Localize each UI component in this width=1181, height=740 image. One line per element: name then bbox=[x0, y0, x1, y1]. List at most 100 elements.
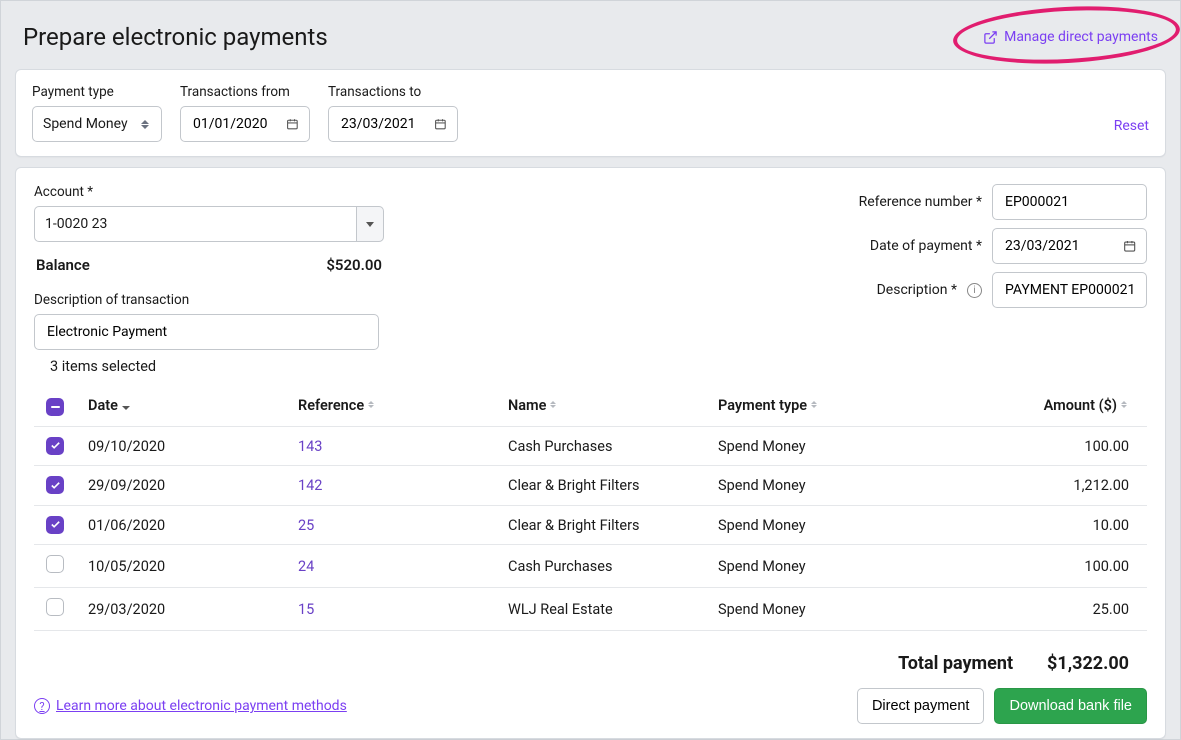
calendar-icon bbox=[286, 116, 299, 132]
row-checkbox[interactable] bbox=[46, 555, 64, 573]
date-of-payment-label: Date of payment * bbox=[870, 238, 982, 254]
account-select-button[interactable] bbox=[356, 206, 384, 242]
payment-type-value: Spend Money bbox=[43, 116, 128, 132]
transactions-from-value[interactable] bbox=[191, 115, 278, 133]
row-reference-link[interactable]: 25 bbox=[298, 517, 314, 534]
page-title: Prepare electronic payments bbox=[23, 23, 328, 51]
transactions-from-field: Transactions from bbox=[180, 84, 310, 142]
description-value[interactable] bbox=[1003, 281, 1136, 299]
row-payment-type: Spend Money bbox=[706, 505, 926, 545]
row-amount: 100.00 bbox=[926, 426, 1147, 466]
calendar-icon bbox=[1123, 238, 1136, 254]
transactions-table: Date Reference Name Payment type Amount … bbox=[34, 385, 1147, 631]
transactions-to-label: Transactions to bbox=[328, 84, 458, 100]
direct-payment-button[interactable]: Direct payment bbox=[857, 688, 985, 724]
transaction-desc-value[interactable] bbox=[45, 323, 368, 341]
row-amount: 100.00 bbox=[926, 545, 1147, 588]
account-label: Account * bbox=[34, 184, 384, 200]
select-all-checkbox[interactable] bbox=[46, 398, 64, 416]
row-payment-type: Spend Money bbox=[706, 426, 926, 466]
sort-desc-icon bbox=[122, 406, 130, 410]
account-block: Account * 1-0020 23 Balance $520.00 Desc… bbox=[34, 184, 384, 350]
info-icon[interactable]: i bbox=[967, 283, 982, 298]
app-frame: Prepare electronic payments Manage direc… bbox=[0, 0, 1181, 740]
download-bank-file-button[interactable]: Download bank file bbox=[994, 688, 1147, 724]
footer-bar: ? Learn more about electronic payment me… bbox=[34, 688, 1147, 724]
external-link-icon bbox=[983, 30, 998, 45]
sort-icon bbox=[811, 401, 819, 412]
row-reference-link[interactable]: 142 bbox=[298, 477, 322, 494]
row-reference-link[interactable]: 15 bbox=[298, 601, 314, 618]
account-value: 1-0020 23 bbox=[45, 216, 107, 232]
total-label: Total payment bbox=[898, 653, 1013, 674]
manage-direct-payments-link[interactable]: Manage direct payments bbox=[983, 29, 1158, 45]
row-date: 29/09/2020 bbox=[76, 466, 286, 506]
table-row: 01/06/2020 25 Clear & Bright Filters Spe… bbox=[34, 505, 1147, 545]
row-payment-type: Spend Money bbox=[706, 588, 926, 631]
manage-link-label: Manage direct payments bbox=[1004, 29, 1158, 45]
table-row: 29/09/2020 142 Clear & Bright Filters Sp… bbox=[34, 466, 1147, 506]
learn-more-link[interactable]: ? Learn more about electronic payment me… bbox=[34, 698, 347, 714]
column-date[interactable]: Date bbox=[76, 385, 286, 426]
transaction-desc-input[interactable] bbox=[34, 314, 379, 350]
row-checkbox[interactable] bbox=[46, 437, 64, 455]
transactions-from-input[interactable] bbox=[180, 106, 310, 142]
transaction-desc-label: Description of transaction bbox=[34, 292, 384, 308]
table-row: 10/05/2020 24 Cash Purchases Spend Money… bbox=[34, 545, 1147, 588]
transactions-to-input[interactable] bbox=[328, 106, 458, 142]
column-name[interactable]: Name bbox=[496, 385, 706, 426]
account-select[interactable]: 1-0020 23 bbox=[34, 206, 384, 242]
sort-icon bbox=[550, 401, 558, 412]
row-name: Cash Purchases bbox=[496, 426, 706, 466]
page-header: Prepare electronic payments Manage direc… bbox=[15, 13, 1166, 69]
column-payment-type[interactable]: Payment type bbox=[706, 385, 926, 426]
reference-number-value[interactable] bbox=[1003, 193, 1136, 211]
learn-more-label: Learn more about electronic payment meth… bbox=[56, 698, 347, 714]
sort-icon bbox=[368, 401, 376, 412]
row-checkbox[interactable] bbox=[46, 516, 64, 534]
select-caret-icon bbox=[141, 117, 151, 131]
help-icon: ? bbox=[34, 698, 50, 714]
row-reference-link[interactable]: 143 bbox=[298, 438, 322, 455]
main-panel: Account * 1-0020 23 Balance $520.00 Desc… bbox=[15, 167, 1166, 739]
row-amount: 1,212.00 bbox=[926, 466, 1147, 506]
row-checkbox[interactable] bbox=[46, 598, 64, 616]
sort-icon bbox=[1121, 401, 1129, 412]
row-checkbox[interactable] bbox=[46, 476, 64, 494]
row-reference-link[interactable]: 24 bbox=[298, 558, 314, 575]
row-date: 29/03/2020 bbox=[76, 588, 286, 631]
total-row: Total payment $1,322.00 bbox=[34, 631, 1147, 678]
calendar-icon bbox=[434, 116, 447, 132]
date-of-payment-input[interactable] bbox=[992, 228, 1147, 264]
column-amount[interactable]: Amount ($) bbox=[926, 385, 1147, 426]
transactions-to-value[interactable] bbox=[339, 115, 426, 133]
row-name: Cash Purchases bbox=[496, 545, 706, 588]
chevron-down-icon bbox=[366, 222, 374, 227]
row-name: Clear & Bright Filters bbox=[496, 466, 706, 506]
balance-label: Balance bbox=[36, 256, 90, 274]
reset-button[interactable]: Reset bbox=[1114, 118, 1149, 142]
row-payment-type: Spend Money bbox=[706, 545, 926, 588]
column-reference[interactable]: Reference bbox=[286, 385, 496, 426]
row-amount: 25.00 bbox=[926, 588, 1147, 631]
reference-number-input[interactable] bbox=[992, 184, 1147, 220]
selected-count: 3 items selected bbox=[50, 358, 1147, 375]
row-amount: 10.00 bbox=[926, 505, 1147, 545]
payment-type-select[interactable]: Spend Money bbox=[32, 106, 162, 142]
description-input[interactable] bbox=[992, 272, 1147, 308]
payment-type-label: Payment type bbox=[32, 84, 162, 100]
row-name: WLJ Real Estate bbox=[496, 588, 706, 631]
transactions-from-label: Transactions from bbox=[180, 84, 310, 100]
balance-value: $520.00 bbox=[326, 256, 382, 274]
filter-panel: Payment type Spend Money Transactions fr… bbox=[15, 69, 1166, 157]
row-name: Clear & Bright Filters bbox=[496, 505, 706, 545]
payment-type-field: Payment type Spend Money bbox=[32, 84, 162, 142]
table-row: 29/03/2020 15 WLJ Real Estate Spend Mone… bbox=[34, 588, 1147, 631]
date-of-payment-value[interactable] bbox=[1003, 237, 1115, 255]
row-date: 01/06/2020 bbox=[76, 505, 286, 545]
row-date: 09/10/2020 bbox=[76, 426, 286, 466]
row-date: 10/05/2020 bbox=[76, 545, 286, 588]
payment-details: Reference number * Date of payment * Des… bbox=[859, 184, 1147, 308]
total-value: $1,322.00 bbox=[1047, 653, 1129, 674]
transactions-to-field: Transactions to bbox=[328, 84, 458, 142]
